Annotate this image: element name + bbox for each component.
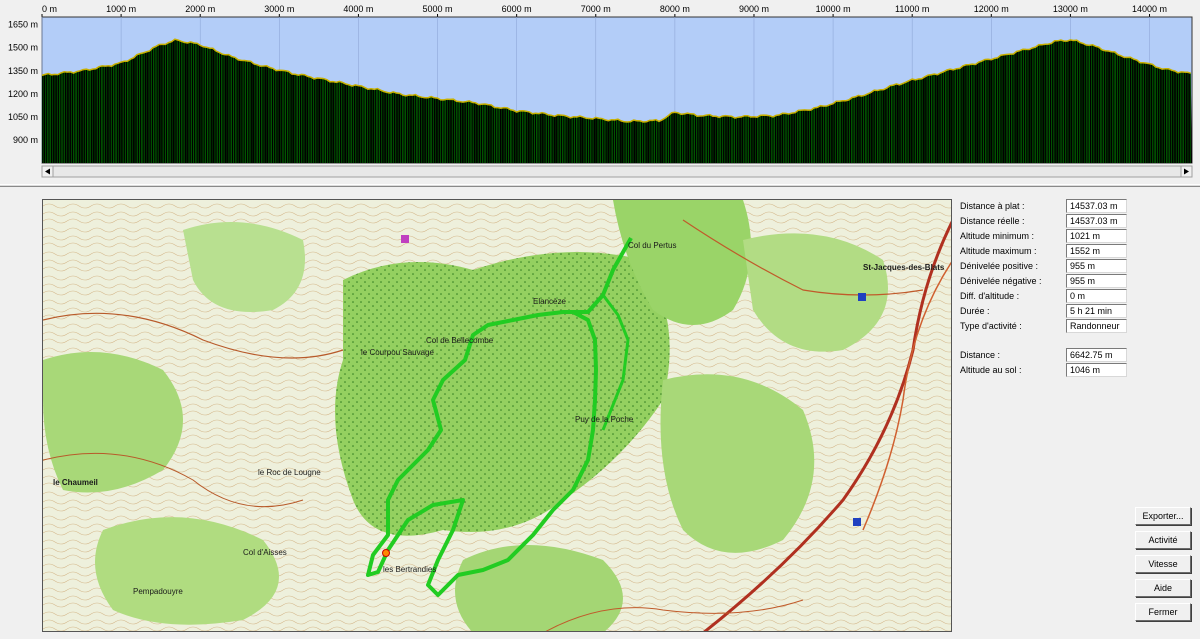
x-tick-label: 13000 m [1053,4,1088,14]
x-tick-label: 0 m [42,4,57,14]
stat-value[interactable]: 1552 m [1066,244,1127,258]
map-label: Elancèze [533,297,566,306]
stat-flat-distance: Distance à plat : 14537.03 m [958,199,1158,214]
stat-label: Durée : [960,306,990,316]
stat-real-distance: Distance réelle : 14537.03 m [958,214,1158,229]
stat-value[interactable]: 5 h 21 min [1066,304,1127,318]
stat-value[interactable]: 1046 m [1066,363,1127,377]
activity-button[interactable]: Activité [1135,531,1191,549]
help-button[interactable]: Aide [1135,579,1191,597]
topographic-map[interactable]: Col de Bellecombe le Courpou Sauvage Puy… [42,199,952,632]
x-tick-label: 11000 m [895,4,929,14]
stat-label: Dénivelée positive : [960,261,1039,271]
x-tick-label: 2000 m [185,4,215,14]
y-tick-label: 900 m [13,135,38,145]
stat-elevation-loss: Dénivelée négative : 955 m [958,274,1158,289]
map-label: les Bertrandies [383,565,436,574]
stat-altitude-max: Altitude maximum : 1552 m [958,244,1158,259]
stat-value[interactable]: 955 m [1066,274,1127,288]
x-tick-label: 9000 m [739,4,769,14]
elevation-profile-panel[interactable]: 0 m 1000 m 2000 m 3000 m 4000 m 5000 m 6000 m 7… [0,0,1200,180]
cursor-position-marker[interactable] [382,549,390,557]
stat-label: Altitude au sol : [960,365,1022,375]
stat-value[interactable]: 14537.03 m [1066,214,1127,228]
stat-value[interactable]: 1021 m [1066,229,1127,243]
stat-label: Altitude maximum : [960,246,1037,256]
stat-label: Dénivelée négative : [960,276,1042,286]
stat-value[interactable]: Randonneur [1066,319,1127,333]
x-tick-label: 8000 m [660,4,690,14]
stat-ground-altitude: Altitude au sol : 1046 m [958,363,1158,378]
x-tick-label: 14000 m [1132,4,1167,14]
stat-altitude-diff: Diff. d'altitude : 0 m [958,289,1158,304]
x-tick-label: 1000 m [106,4,136,14]
map-label: Col de Bellecombe [426,336,494,345]
map-label: le Roc de Lougne [258,468,321,477]
y-tick-label: 1650 m [8,20,38,30]
stat-label: Distance : [960,350,1001,360]
map-label: St-Jacques-des-Blats [863,263,945,272]
y-tick-label: 1200 m [8,89,38,99]
y-axis: 1650 m 1500 m 1350 m 1200 m 1050 m 900 m [8,20,38,145]
map-label: Puy de la Poche [575,415,634,424]
stat-value[interactable]: 955 m [1066,259,1127,273]
x-tick-label: 3000 m [264,4,294,14]
stat-activity-type: Type d'activité : Randonneur [958,319,1158,334]
map-label: Col d'Aisses [243,548,287,557]
elevation-profile-chart[interactable]: 0 m 1000 m 2000 m 3000 m 4000 m 5000 m 6000 m 7… [0,0,1200,180]
x-tick-label: 12000 m [974,4,1009,14]
poi-icon [858,293,866,301]
stat-duration: Durée : 5 h 21 min [958,304,1158,319]
stat-label: Type d'activité : [960,321,1022,331]
stat-label: Diff. d'altitude : [960,291,1020,301]
map-label: Col du Pertus [628,241,676,250]
stat-value[interactable]: 0 m [1066,289,1127,303]
x-tick-label: 6000 m [502,4,532,14]
stat-label: Distance à plat : [960,201,1025,211]
stat-elevation-gain: Dénivelée positive : 955 m [958,259,1158,274]
close-button[interactable]: Fermer [1135,603,1191,621]
x-tick-label: 4000 m [343,4,373,14]
speed-button[interactable]: Vitesse [1135,555,1191,573]
stat-value[interactable]: 6642.75 m [1066,348,1127,362]
y-tick-label: 1050 m [8,112,38,122]
x-tick-label: 7000 m [581,4,611,14]
app-window: 0 m 1000 m 2000 m 3000 m 4000 m 5000 m 6000 m 7… [0,0,1200,639]
x-axis: 0 m 1000 m 2000 m 3000 m 4000 m 5000 m 6000 m 7… [41,4,1167,17]
stat-altitude-min: Altitude minimum : 1021 m [958,229,1158,244]
panel-splitter[interactable] [0,184,1200,187]
export-button[interactable]: Exporter... [1135,507,1191,525]
map-label: le Courpou Sauvage [361,348,434,357]
map-label: Pempadouyre [133,587,183,596]
stat-label: Distance réelle : [960,216,1025,226]
y-tick-label: 1350 m [8,66,38,76]
poi-icon [853,518,861,526]
map-canvas[interactable]: Col de Bellecombe le Courpou Sauvage Puy… [43,200,952,632]
x-tick-label: 5000 m [423,4,453,14]
stat-cursor-distance: Distance : 6642.75 m [958,348,1158,363]
poi-icon [401,235,409,243]
map-label: le Chaumeil [53,478,98,487]
stat-label: Altitude minimum : [960,231,1035,241]
stat-value[interactable]: 14537.03 m [1066,199,1127,213]
profile-scrollbar[interactable] [41,165,1193,178]
x-tick-label: 10000 m [816,4,851,14]
y-tick-label: 1500 m [8,43,38,53]
